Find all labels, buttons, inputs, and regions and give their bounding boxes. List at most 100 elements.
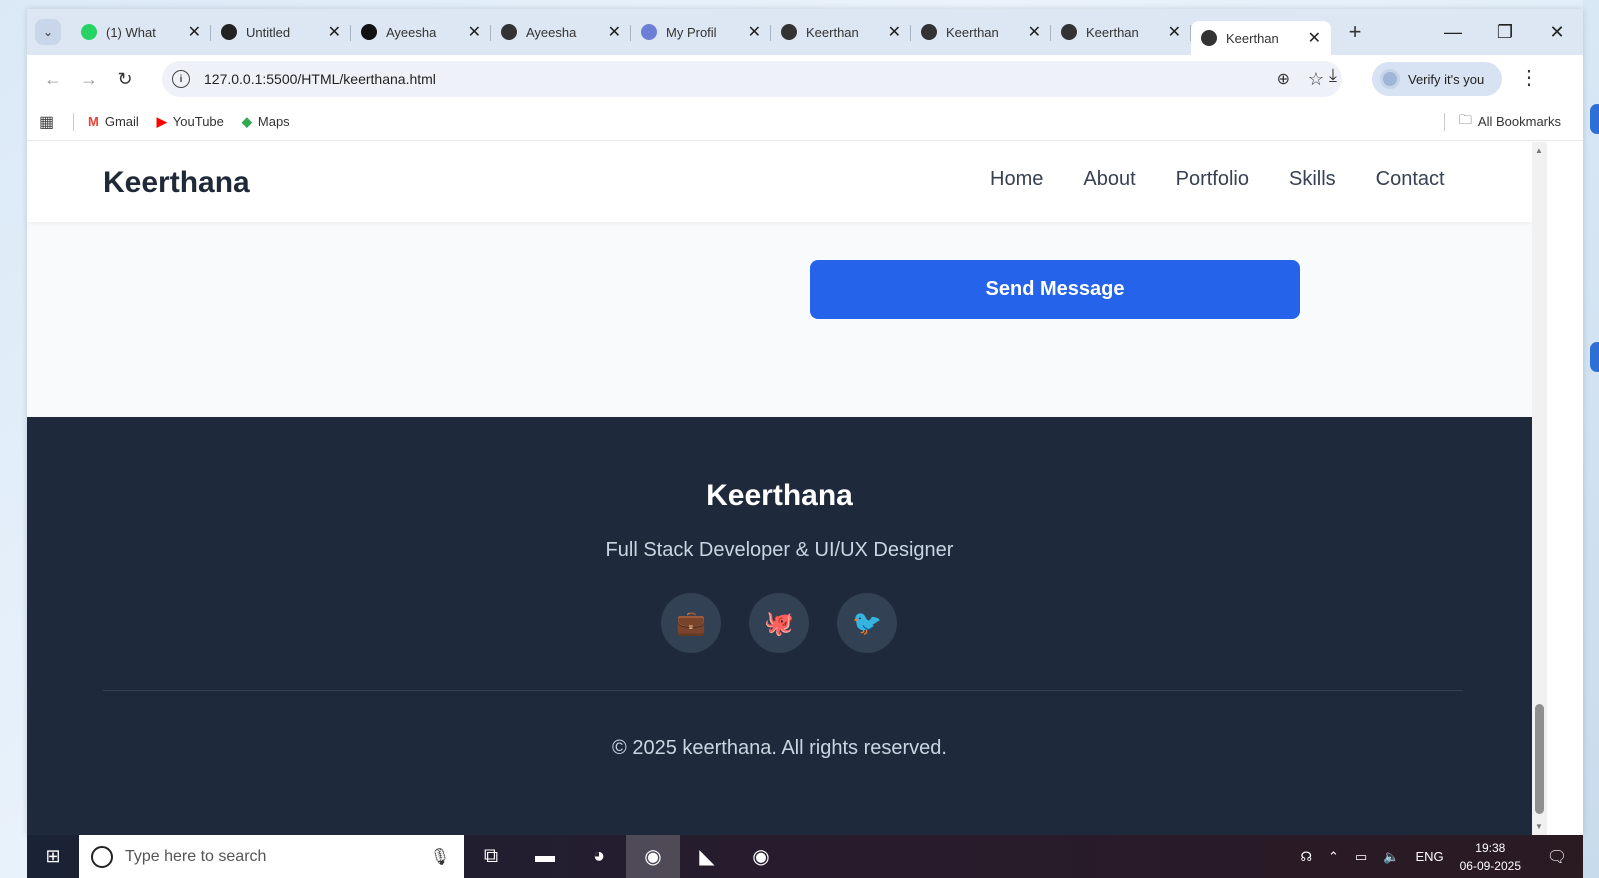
close-tab-icon[interactable]: ✕ bbox=[328, 22, 341, 42]
web-page: Keerthana Home About Portfolio Skills Contac… bbox=[27, 142, 1532, 835]
scroll-up-icon[interactable]: ▲ bbox=[1535, 146, 1543, 155]
notification-center-icon[interactable]: 🗨 bbox=[1539, 847, 1575, 867]
nav-link-skills[interactable]: Skills bbox=[1289, 168, 1336, 191]
taskbar-search-box[interactable]: Type here to search 🎙 bbox=[79, 835, 464, 878]
nav-link-portfolio[interactable]: Portfolio bbox=[1176, 168, 1249, 191]
nav-link-about[interactable]: About bbox=[1083, 168, 1135, 191]
tab-title: Ayeesha bbox=[386, 24, 437, 40]
windows-start-icon[interactable]: ⊞ bbox=[27, 835, 79, 878]
site-info-icon[interactable]: i bbox=[172, 70, 190, 88]
back-button[interactable]: ← bbox=[35, 61, 71, 97]
globe-icon bbox=[781, 24, 797, 40]
forward-button[interactable]: → bbox=[71, 61, 107, 97]
social-link-briefcase-icon[interactable]: 💼 bbox=[661, 593, 721, 653]
footer-brand: Keerthana bbox=[706, 479, 853, 512]
desktop-background-edge bbox=[1583, 0, 1599, 878]
chrome-profile-icon[interactable]: ◉ bbox=[734, 835, 788, 878]
vscode-icon[interactable]: ◣ bbox=[680, 835, 734, 878]
browser-window: ⌄ (1) What ✕ Untitled ✕ Ayeesha ✕ Ayeesha ✕ My P… bbox=[27, 9, 1583, 835]
globe-icon bbox=[1201, 30, 1217, 46]
maps-icon: ◆ bbox=[241, 113, 252, 129]
social-links: 💼 🐙 🐦 bbox=[661, 593, 925, 653]
close-tab-icon[interactable]: ✕ bbox=[608, 22, 621, 42]
firefox-icon[interactable]: ◕ bbox=[572, 835, 626, 878]
tab-strip: ⌄ (1) What ✕ Untitled ✕ Ayeesha ✕ Ayeesha ✕ My P… bbox=[27, 9, 1583, 55]
taskbar-apps: ⧉ ▬ ◕ ◉ ◣ ◉ bbox=[464, 835, 788, 878]
bookmark-label: Gmail bbox=[104, 114, 139, 129]
browser-tab[interactable]: (1) What ✕ bbox=[71, 15, 211, 49]
bookmark-label: Maps bbox=[257, 114, 290, 129]
send-message-button[interactable]: Send Message bbox=[810, 260, 1300, 319]
bookmark-youtube[interactable]: ▶ YouTube bbox=[157, 114, 224, 130]
desktop-app-edge-icon bbox=[1590, 104, 1599, 134]
browser-menu-icon[interactable]: ⋮ bbox=[1519, 65, 1539, 90]
site-navbar: Keerthana Home About Portfolio Skills Contac… bbox=[27, 142, 1532, 222]
profile-icon bbox=[641, 24, 657, 40]
close-tab-icon[interactable]: ✕ bbox=[748, 22, 761, 42]
browser-tab[interactable]: Untitled ✕ bbox=[211, 15, 351, 49]
globe-icon bbox=[1061, 24, 1077, 40]
browser-tab[interactable]: Keerthan ✕ bbox=[911, 15, 1051, 49]
people-icon[interactable]: ☊ bbox=[1301, 849, 1313, 865]
window-edge bbox=[1547, 142, 1583, 835]
codepen-icon bbox=[221, 24, 237, 40]
close-tab-icon[interactable]: ✕ bbox=[1308, 28, 1321, 48]
browser-tab[interactable]: Keerthan ✕ bbox=[771, 15, 911, 49]
scroll-down-icon[interactable]: ▼ bbox=[1535, 822, 1543, 831]
tab-title: Ayeesha bbox=[526, 24, 577, 40]
microphone-icon[interactable]: 🎙 bbox=[430, 847, 450, 867]
browser-tab[interactable]: Keerthan ✕ bbox=[1051, 15, 1191, 49]
social-link-octopus-icon[interactable]: 🐙 bbox=[749, 593, 809, 653]
briefcase-icon: 💼 bbox=[676, 609, 706, 637]
language-indicator[interactable]: ENG bbox=[1415, 849, 1443, 864]
bookmark-maps[interactable]: ◆ Maps bbox=[242, 114, 290, 130]
taskbar-search-placeholder: Type here to search bbox=[125, 847, 267, 865]
close-tab-icon[interactable]: ✕ bbox=[1028, 22, 1041, 42]
bookmarks-divider bbox=[73, 112, 74, 131]
social-link-bird-icon[interactable]: 🐦 bbox=[837, 593, 897, 653]
apps-grid-icon[interactable]: ▦ bbox=[39, 112, 59, 132]
close-tab-icon[interactable]: ✕ bbox=[888, 22, 901, 42]
globe-icon bbox=[921, 24, 937, 40]
zoom-icon[interactable]: ⊕ bbox=[1277, 69, 1290, 89]
address-bar[interactable]: i 127.0.0.1:5500/HTML/keerthana.html ⊕ ☆ bbox=[162, 61, 1342, 97]
bookmark-gmail[interactable]: M Gmail bbox=[88, 114, 139, 130]
taskbar-clock[interactable]: 19:38 06-09-2025 bbox=[1460, 839, 1521, 875]
reload-button[interactable]: ↻ bbox=[107, 61, 143, 97]
tab-list: (1) What ✕ Untitled ✕ Ayeesha ✕ Ayeesha ✕ My Pro… bbox=[71, 9, 1331, 55]
minimize-button[interactable]: — bbox=[1427, 9, 1479, 55]
new-tab-button[interactable]: + bbox=[1341, 19, 1369, 45]
close-tab-icon[interactable]: ✕ bbox=[468, 22, 481, 42]
download-icon[interactable]: ⤓ bbox=[1329, 65, 1337, 86]
bookmark-star-icon[interactable]: ☆ bbox=[1308, 69, 1324, 90]
site-brand[interactable]: Keerthana bbox=[103, 166, 250, 200]
site-footer: Keerthana Full Stack Developer & UI/UX D… bbox=[27, 417, 1532, 835]
tray-overflow-icon[interactable]: ⌃ bbox=[1328, 849, 1339, 865]
browser-tab[interactable]: Ayeesha ✕ bbox=[491, 15, 631, 49]
task-view-icon[interactable]: ⧉ bbox=[464, 835, 518, 878]
chrome-icon[interactable]: ◉ bbox=[626, 835, 680, 878]
tab-search-button[interactable]: ⌄ bbox=[35, 19, 61, 45]
verify-profile-button[interactable]: Verify it's you bbox=[1372, 62, 1502, 96]
nav-link-contact[interactable]: Contact bbox=[1376, 168, 1445, 191]
tab-title: Keerthan bbox=[946, 24, 999, 40]
browser-tab[interactable]: Ayeesha ✕ bbox=[351, 15, 491, 49]
battery-icon[interactable]: ▭ bbox=[1355, 849, 1367, 865]
browser-tab[interactable]: Keerthan ✕ bbox=[1191, 21, 1331, 55]
nav-link-home[interactable]: Home bbox=[990, 168, 1043, 191]
browser-tab[interactable]: My Profil ✕ bbox=[631, 15, 771, 49]
globe-icon bbox=[501, 24, 517, 40]
close-window-button[interactable]: ✕ bbox=[1531, 9, 1583, 55]
address-url[interactable]: 127.0.0.1:5500/HTML/keerthana.html bbox=[204, 71, 436, 87]
page-scrollbar[interactable]: ▲ ▼ bbox=[1532, 142, 1547, 835]
window-controls: — ❐ ✕ bbox=[1427, 9, 1583, 55]
close-tab-icon[interactable]: ✕ bbox=[188, 22, 201, 42]
scrollbar-thumb[interactable] bbox=[1535, 704, 1544, 814]
restore-button[interactable]: ❐ bbox=[1479, 9, 1531, 55]
bookmark-list: M Gmail ▶ YouTube ◆ Maps bbox=[88, 114, 308, 130]
footer-tagline: Full Stack Developer & UI/UX Designer bbox=[605, 539, 954, 561]
volume-icon[interactable]: 🔈 bbox=[1383, 849, 1399, 865]
close-tab-icon[interactable]: ✕ bbox=[1168, 22, 1181, 42]
file-explorer-icon[interactable]: ▬ bbox=[518, 835, 572, 878]
all-bookmarks-button[interactable]: 🗀 All Bookmarks bbox=[1443, 111, 1561, 133]
